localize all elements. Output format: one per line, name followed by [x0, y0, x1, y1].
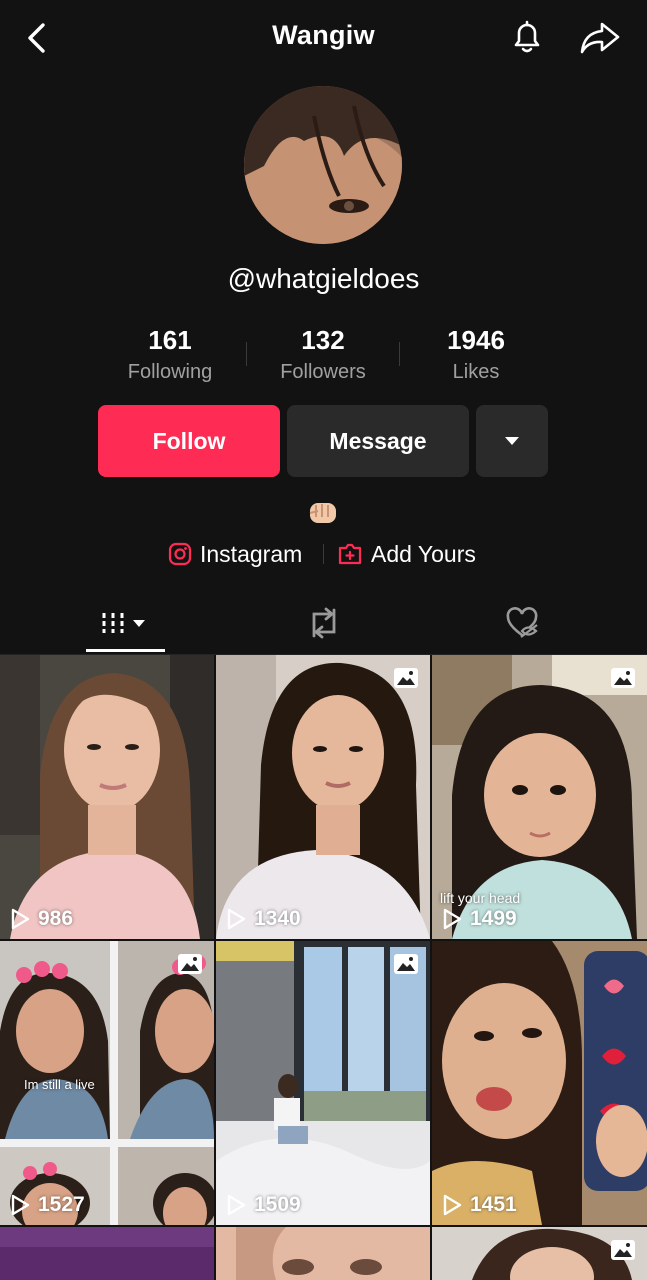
content-tabs [0, 594, 647, 655]
username-handle: @whatgieldoes [227, 263, 420, 294]
likes-label: Likes [452, 361, 500, 383]
profile-stats: 161 Following 132 Followers 1946 Likes [94, 322, 552, 388]
photo-badge-icon [610, 667, 636, 689]
message-button[interactable]: Message [287, 405, 469, 477]
video-thumbnail[interactable]: 986 [0, 655, 214, 939]
view-count-value: 1527 [38, 1193, 85, 1216]
thumbnail-caption: lift your head [440, 890, 521, 906]
active-tab-indicator [86, 649, 165, 652]
view-count-value: 1340 [254, 907, 301, 930]
follow-button[interactable]: Follow [98, 405, 280, 477]
hidden-likes-icon [506, 607, 538, 638]
thumbnail-image [216, 655, 430, 939]
play-icon [227, 908, 246, 930]
instagram-link[interactable]: Instagram [168, 536, 302, 572]
add-yours-link[interactable]: Add Yours [337, 536, 476, 572]
bell-icon[interactable] [506, 16, 548, 58]
photo-badge-icon [610, 1239, 636, 1261]
grid-icon [102, 613, 145, 633]
view-count: 1499 [442, 907, 517, 931]
play-icon [11, 1194, 30, 1216]
caret-down-icon [505, 437, 519, 445]
tab-liked[interactable] [482, 594, 561, 652]
tab-videos[interactable] [86, 594, 165, 652]
play-icon [227, 1194, 246, 1216]
thumbnail-image [432, 941, 647, 1225]
view-count: 1451 [442, 1193, 517, 1217]
stat-likes[interactable]: 1946 Likes [400, 322, 552, 386]
thumbnail-image [0, 655, 214, 939]
instagram-link-label: Instagram [200, 540, 303, 567]
thumbnail-image [0, 1227, 214, 1280]
play-icon [443, 908, 462, 930]
more-options-button[interactable] [476, 405, 548, 477]
photo-post-thumbnail[interactable]: 1340 [216, 655, 430, 939]
photo-post-thumbnail[interactable]: lift your head 1499 [432, 655, 647, 939]
add-yours-link-label: Add Yours [371, 540, 476, 567]
followers-label: Followers [280, 361, 366, 383]
page-title: Wangiw [272, 20, 375, 50]
thumbnail-image [216, 1227, 430, 1280]
following-label: Following [127, 361, 213, 383]
video-thumbnail[interactable]: 1451 [432, 941, 647, 1225]
followers-count: 132 [301, 325, 345, 355]
view-count: 986 [10, 907, 73, 931]
link-divider [323, 544, 324, 564]
likes-count: 1946 [447, 325, 505, 355]
photo-badge-icon [177, 953, 203, 975]
video-thumbnail[interactable] [216, 1227, 430, 1280]
tab-reposts[interactable] [284, 594, 363, 652]
photo-post-thumbnail[interactable] [432, 1227, 647, 1280]
share-icon[interactable] [578, 16, 622, 58]
view-count-value: 1509 [254, 1193, 301, 1216]
video-thumbnail[interactable] [0, 1227, 214, 1280]
profile-links: Instagram Add Yours [0, 536, 647, 572]
stat-following[interactable]: 161 Following [94, 322, 246, 386]
play-icon [11, 908, 30, 930]
thumbnail-image [216, 941, 430, 1225]
top-bar: Wangiw [0, 0, 647, 76]
view-count: 1340 [226, 907, 301, 931]
following-count: 161 [148, 325, 192, 355]
view-count-value: 986 [38, 907, 74, 930]
view-count-value: 1499 [470, 907, 517, 930]
avatar[interactable] [244, 86, 402, 244]
view-count: 1509 [226, 1193, 301, 1217]
photo-badge-icon [393, 667, 419, 689]
instagram-icon [168, 542, 192, 566]
view-count: 1527 [10, 1193, 85, 1217]
photo-post-thumbnail[interactable]: 1509 [216, 941, 430, 1225]
photo-badge-icon [393, 953, 419, 975]
thumbnail-caption: Im still a live [24, 1077, 95, 1092]
view-count-value: 1451 [470, 1193, 517, 1216]
stat-followers[interactable]: 132 Followers [247, 322, 399, 386]
photo-post-thumbnail[interactable]: Im still a live 1527 [0, 941, 214, 1225]
video-grid: 986 1340 lift your head 1499 Im still a … [0, 655, 647, 1280]
repost-icon [312, 607, 335, 639]
play-icon [443, 1194, 462, 1216]
fist-emoji-icon [306, 497, 340, 527]
add-yours-icon [338, 543, 362, 565]
